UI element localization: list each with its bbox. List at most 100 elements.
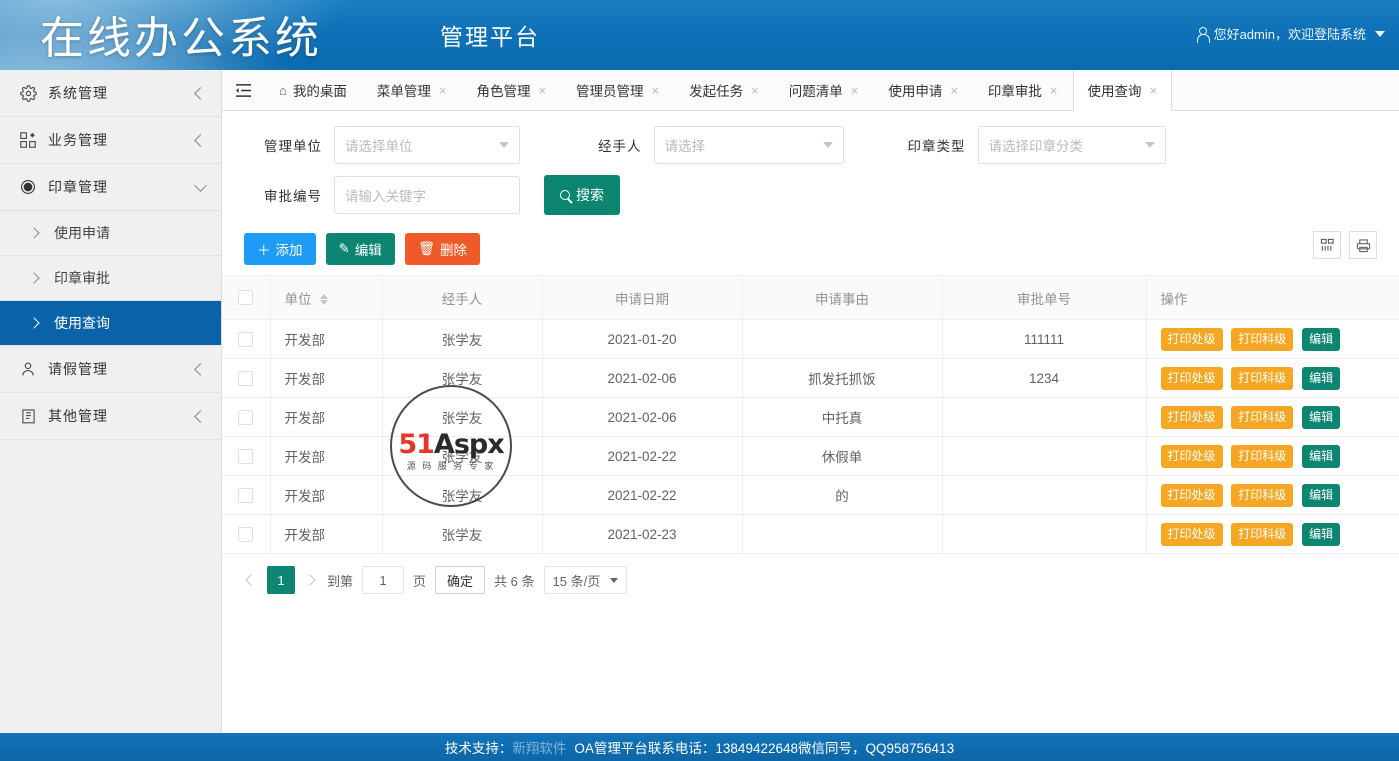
field-seal-type: 印章类型 请选择印章分类 [908, 126, 1166, 164]
tab-issue-list[interactable]: 问题清单 × [774, 70, 874, 110]
column-header-unit[interactable]: 单位 [270, 275, 383, 320]
gear-icon [18, 83, 38, 103]
close-icon[interactable]: × [1150, 84, 1158, 97]
sidebar-subitem-use-apply[interactable]: 使用申请 [0, 211, 221, 256]
table-row[interactable]: 开发部 张学友 2021-02-23 打印处级 打印科级 编辑 [222, 514, 1399, 554]
search-button[interactable]: 搜索 [544, 175, 620, 215]
sidebar-item-seal[interactable]: 印章管理 [0, 164, 221, 211]
close-icon[interactable]: × [751, 84, 759, 97]
columns-icon[interactable] [1313, 231, 1341, 259]
select-all-checkbox[interactable] [238, 290, 254, 306]
delete-button[interactable]: 🗑 删除 [404, 233, 480, 265]
row-edit-button[interactable]: 编辑 [1302, 327, 1341, 351]
table-row[interactable]: 开发部 张学友 2021-01-20 111111 打印处级 打印科级 编辑 [222, 319, 1399, 359]
seal-type-select[interactable]: 请选择印章分类 [977, 126, 1166, 164]
table-header-row: 单位 经手人 申请日期 申请事由 审批单号 操作 [222, 275, 1399, 320]
tab-admin-management[interactable]: 管理员管理 × [561, 70, 674, 110]
row-edit-button[interactable]: 编辑 [1302, 366, 1341, 390]
sidebar-item-label: 系统管理 [48, 85, 108, 101]
sidebar-subitem-label: 印章审批 [54, 270, 110, 286]
row-edit-button[interactable]: 编辑 [1302, 405, 1341, 429]
tab-use-apply[interactable]: 使用申请 × [873, 70, 973, 110]
cell-actions: 打印处级 打印科级 编辑 [1146, 436, 1399, 476]
handler-select[interactable]: 请选择 [653, 126, 844, 164]
print-keji-button[interactable]: 打印科级 [1231, 483, 1294, 507]
chevron-left-icon [194, 86, 207, 100]
print-keji-button[interactable]: 打印科级 [1231, 444, 1294, 468]
tab-role-management[interactable]: 角色管理 × [461, 70, 561, 110]
row-edit-button[interactable]: 编辑 [1302, 444, 1341, 468]
print-keji-button[interactable]: 打印科级 [1231, 522, 1294, 546]
table-row[interactable]: 开发部 张学友 2021-02-06 抓发托抓饭 1234 打印处级 打印科级 … [222, 358, 1399, 398]
user-menu[interactable]: 您好admin，欢迎登陆系统 [1196, 24, 1385, 43]
goto-confirm-button[interactable]: 确定 [435, 566, 486, 594]
row-select-cell [222, 514, 271, 554]
sidebar-item-label: 请假管理 [48, 361, 108, 377]
sidebar-item-other[interactable]: 其他管理 [0, 393, 221, 440]
close-icon[interactable]: × [950, 84, 958, 97]
close-icon[interactable]: × [1050, 84, 1058, 97]
sidebar-item-system[interactable]: 系统管理 [0, 70, 221, 117]
row-checkbox[interactable] [238, 487, 254, 503]
sort-icon[interactable] [320, 294, 329, 306]
sidebar-subitem-use-query[interactable]: 使用查询 [0, 301, 221, 346]
row-edit-button[interactable]: 编辑 [1302, 522, 1341, 546]
plus-icon: ＋ [257, 243, 271, 258]
tab-start-task[interactable]: 发起任务 × [674, 70, 774, 110]
management-unit-select[interactable]: 请选择单位 [334, 126, 520, 164]
print-chuji-button[interactable]: 打印处级 [1160, 327, 1223, 351]
close-icon[interactable]: × [851, 84, 859, 97]
column-header-label: 操作 [1160, 291, 1188, 307]
print-chuji-button[interactable]: 打印处级 [1160, 483, 1223, 507]
chevron-left-icon[interactable] [244, 573, 258, 587]
tab-use-query[interactable]: 使用查询 × [1072, 70, 1173, 111]
goto-page-input[interactable] [362, 566, 405, 594]
edit-button-label: 编辑 [354, 243, 382, 258]
field-handler: 经手人 请选择 [598, 126, 844, 164]
print-chuji-button[interactable]: 打印处级 [1160, 366, 1223, 390]
print-keji-button[interactable]: 打印科级 [1231, 327, 1294, 351]
cell-handler: 张学友 [382, 319, 543, 359]
close-icon[interactable]: × [439, 84, 447, 97]
tab-menu-management[interactable]: 菜单管理 × [362, 70, 462, 110]
table-row[interactable]: 开发部 张学友 2021-02-06 中托真 打印处级 打印科级 编辑 [222, 397, 1399, 437]
menu-collapse-icon[interactable] [222, 70, 264, 110]
row-checkbox[interactable] [238, 409, 254, 425]
sidebar-item-leave[interactable]: 请假管理 [0, 346, 221, 393]
page-size-select[interactable]: 15 条/页 [543, 566, 628, 594]
print-keji-button[interactable]: 打印科级 [1231, 405, 1294, 429]
table-row[interactable]: 开发部 张学友 2021-02-22 的 打印处级 打印科级 编辑 [222, 475, 1399, 515]
sidebar-item-business[interactable]: 业务管理 [0, 117, 221, 164]
table-body: 开发部 张学友 2021-01-20 111111 打印处级 打印科级 编辑 开… [222, 319, 1399, 554]
row-checkbox[interactable] [238, 448, 254, 464]
print-chuji-button[interactable]: 打印处级 [1160, 444, 1223, 468]
tab-my-desktop[interactable]: ⌂ 我的桌面 [264, 70, 362, 110]
print-chuji-button[interactable]: 打印处级 [1160, 405, 1223, 429]
approval-no-input[interactable]: 请输入关键字 [334, 176, 520, 214]
tab-seal-approval[interactable]: 印章审批 × [973, 70, 1073, 110]
printer-icon[interactable] [1349, 231, 1377, 259]
edit-button[interactable]: ✎ 编辑 [325, 233, 395, 265]
sidebar: 系统管理 业务管理 印章管理 使用申请 印章审批 使用查询 请假管理 其他管理 [0, 70, 222, 733]
row-checkbox[interactable] [238, 526, 254, 542]
add-button[interactable]: ＋ 添加 [244, 233, 316, 265]
row-select-cell [222, 358, 271, 398]
approval-no-placeholder: 请输入关键字 [345, 189, 426, 204]
sidebar-subitem-label: 使用查询 [54, 315, 110, 331]
close-icon[interactable]: × [538, 84, 546, 97]
row-checkbox[interactable] [238, 370, 254, 386]
chevron-down-icon [1144, 142, 1155, 148]
row-edit-button[interactable]: 编辑 [1302, 483, 1341, 507]
table-row[interactable]: 开发部 张学友 2021-02-22 休假单 打印处级 打印科级 编辑 [222, 436, 1399, 476]
row-checkbox[interactable] [238, 331, 254, 347]
page-number-1[interactable]: 1 [267, 566, 295, 594]
sidebar-subitem-seal-approval[interactable]: 印章审批 [0, 256, 221, 301]
cell-actions: 打印处级 打印科级 编辑 [1146, 358, 1399, 398]
cell-handler: 张学友 [382, 475, 543, 515]
print-chuji-button[interactable]: 打印处级 [1160, 522, 1223, 546]
delete-button-label: 删除 [439, 243, 467, 258]
tab-label: 菜单管理 [376, 84, 431, 99]
close-icon[interactable]: × [652, 84, 660, 97]
chevron-right-icon[interactable] [304, 573, 318, 587]
print-keji-button[interactable]: 打印科级 [1231, 366, 1294, 390]
